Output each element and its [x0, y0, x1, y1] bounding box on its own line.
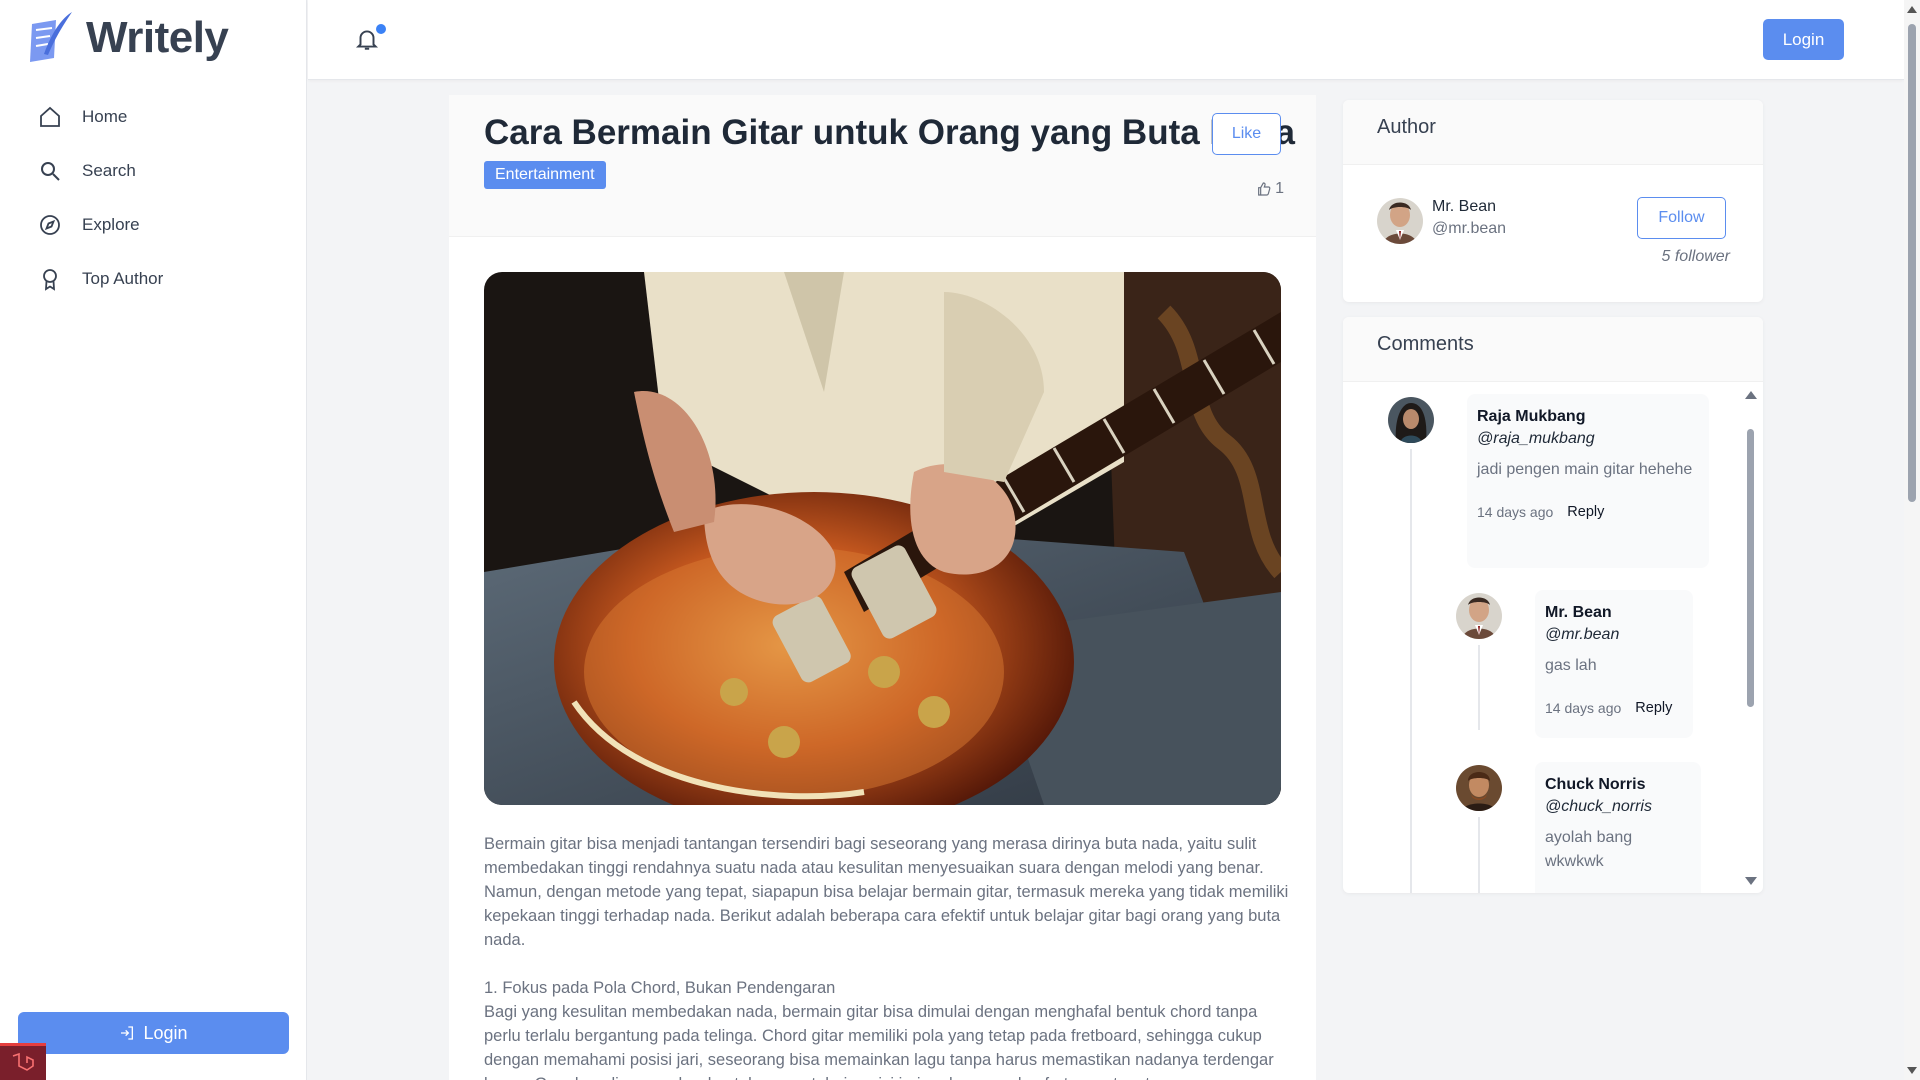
- sidebar-item-label: Home: [82, 107, 128, 126]
- laravel-icon: [12, 1052, 34, 1071]
- sidebar-item-top-author[interactable]: Top Author: [38, 252, 163, 306]
- app-name: Writely: [86, 13, 229, 62]
- search-icon: [41, 162, 60, 181]
- page-scrollbar[interactable]: [1904, 0, 1920, 1080]
- category-badge[interactable]: Entertainment: [484, 161, 606, 189]
- comment-avatar[interactable]: [1456, 593, 1502, 639]
- login-button[interactable]: Login: [1763, 19, 1844, 60]
- comment-text: ayolah bang wkwkwk: [1545, 829, 1633, 870]
- page-scroll-up[interactable]: [1907, 6, 1917, 13]
- sidebar: Writely Home Search Explore Top Author L…: [0, 0, 307, 1080]
- chuck-norris-avatar-icon: [1456, 765, 1502, 811]
- article: Cara Bermain Gitar untuk Orang yang Buta…: [449, 95, 1316, 1080]
- sidebar-item-home[interactable]: Home: [38, 90, 163, 144]
- raja-avatar-icon: [1388, 397, 1434, 443]
- top-bar: Login: [308, 0, 1904, 80]
- comments-scrollbar-thumb[interactable]: [1747, 429, 1754, 707]
- comment-author-handle: @raja_mukbang: [1477, 430, 1595, 447]
- comments-scroll-up[interactable]: [1745, 391, 1757, 399]
- laravel-debug-badge[interactable]: [0, 1043, 46, 1080]
- comment-author-handle: @chuck_norris: [1545, 798, 1652, 815]
- author-card: Author Mr. Bean @mr.bean Follow 5 follow…: [1343, 100, 1763, 302]
- guitar-photo: [484, 272, 1281, 805]
- follower-count: 5 follower: [1661, 248, 1730, 265]
- compass-icon: [40, 215, 60, 235]
- comment-meta: 14 days ago Reply: [1545, 700, 1683, 716]
- sidebar-item-explore[interactable]: Explore: [38, 198, 163, 252]
- comment-author-name[interactable]: Chuck Norris: [1545, 776, 1691, 794]
- comments-card: Comments Raja Mukbang @raja_mukbang jadi…: [1343, 317, 1763, 893]
- comment-text: jadi pengen main gitar hehehe: [1477, 461, 1693, 478]
- mr-bean-avatar-icon: [1456, 593, 1502, 639]
- comments-scroll-down[interactable]: [1745, 877, 1757, 885]
- article-header: Cara Bermain Gitar untuk Orang yang Buta…: [449, 95, 1316, 237]
- like-count-value: 1: [1275, 180, 1284, 197]
- thumbs-up-icon: [1258, 182, 1271, 196]
- article-hero-image: [484, 272, 1281, 805]
- article-section-title: 1. Fokus pada Pola Chord, Bukan Pendenga…: [484, 979, 836, 997]
- sidebar-item-label: Search: [82, 161, 136, 180]
- comment-thread-line: [1478, 817, 1480, 893]
- sidebar-login-button[interactable]: Login: [18, 1012, 289, 1054]
- comment-author-name[interactable]: Raja Mukbang: [1477, 408, 1699, 426]
- like-button[interactable]: Like: [1212, 113, 1281, 155]
- author-name[interactable]: Mr. Bean: [1432, 198, 1496, 216]
- article-title: Cara Bermain Gitar untuk Orang yang Buta…: [484, 113, 1296, 152]
- comment-time: 14 days ago: [1477, 504, 1554, 520]
- follow-button[interactable]: Follow: [1637, 197, 1726, 239]
- reply-button[interactable]: Reply: [1635, 700, 1672, 716]
- page-scrollbar-thumb[interactable]: [1908, 24, 1916, 502]
- comment-avatar[interactable]: [1388, 397, 1434, 443]
- award-icon: [43, 269, 57, 291]
- mr-bean-avatar-icon: [1377, 198, 1423, 244]
- comments-list[interactable]: Raja Mukbang @raja_mukbang jadi pengen m…: [1343, 382, 1763, 893]
- author-avatar[interactable]: [1377, 198, 1423, 244]
- sidebar-item-label: Explore: [82, 215, 140, 234]
- comment-avatar[interactable]: [1456, 765, 1502, 811]
- notification-dot: [376, 24, 386, 34]
- like-count: 1: [1256, 180, 1284, 198]
- quill-logo-icon: [30, 12, 72, 62]
- comment-thread-line: [1410, 449, 1412, 893]
- comment-author-name[interactable]: Mr. Bean: [1545, 604, 1683, 622]
- sidebar-login-label: Login: [143, 1022, 188, 1043]
- sidebar-item-label: Top Author: [82, 269, 164, 288]
- comments-title: Comments: [1343, 317, 1763, 382]
- app-logo[interactable]: Writely: [26, 10, 229, 66]
- comment-author-handle: @mr.bean: [1545, 626, 1620, 643]
- sidebar-nav: Home Search Explore Top Author: [38, 90, 163, 306]
- comment-meta: 14 days ago Reply: [1477, 504, 1699, 520]
- comment-bubble: Chuck Norris @chuck_norris ayolah bang w…: [1535, 762, 1701, 893]
- sidebar-item-search[interactable]: Search: [38, 144, 163, 198]
- home-icon: [40, 106, 60, 127]
- page-scroll-down[interactable]: [1907, 1067, 1917, 1074]
- login-icon: [121, 1026, 134, 1040]
- comment-bubble: Raja Mukbang @raja_mukbang jadi pengen m…: [1467, 394, 1709, 568]
- author-card-title: Author: [1343, 100, 1763, 165]
- article-body: Bermain gitar bisa menjadi tantangan ter…: [484, 832, 1289, 1080]
- comment-bubble: Mr. Bean @mr.bean gas lah 14 days ago Re…: [1535, 590, 1693, 738]
- article-paragraph: Bagi yang kesulitan membedakan nada, ber…: [484, 1003, 1274, 1080]
- comment-text: gas lah: [1545, 657, 1597, 674]
- comment-thread-line: [1478, 645, 1480, 730]
- article-paragraph: Bermain gitar bisa menjadi tantangan ter…: [484, 835, 1289, 949]
- author-handle: @mr.bean: [1432, 220, 1507, 237]
- reply-button[interactable]: Reply: [1567, 504, 1604, 520]
- comment-time: 14 days ago: [1545, 700, 1622, 716]
